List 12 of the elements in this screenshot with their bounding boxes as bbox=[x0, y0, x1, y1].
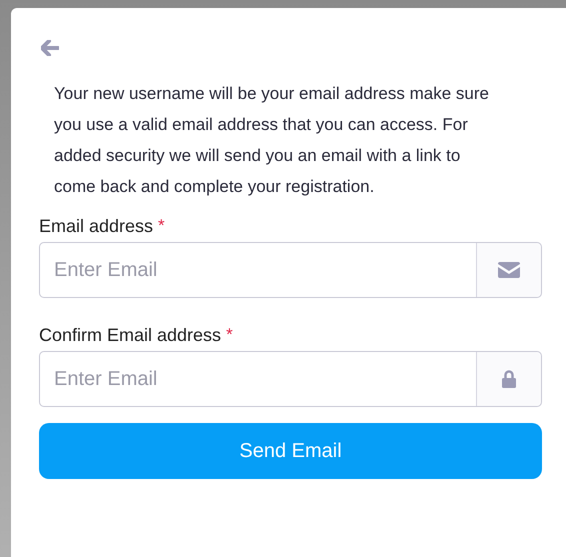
envelope-icon bbox=[498, 262, 520, 278]
input-field[interactable]: Enter Email bbox=[39, 351, 542, 407]
field-label: Email address bbox=[39, 216, 154, 237]
required-mark: * bbox=[226, 325, 233, 345]
back-arrow-icon bbox=[41, 40, 59, 56]
back-button[interactable] bbox=[39, 38, 61, 58]
required-mark: * bbox=[158, 216, 165, 236]
input-field[interactable]: Enter Email bbox=[39, 242, 542, 298]
send-email-button[interactable]: Send Email bbox=[39, 423, 542, 479]
intro-text: Your new username will be your email address make sure you use a valid email address that you can access. For added security we will send you an email with a link to come back and complete your registration. bbox=[54, 83, 490, 198]
field-label: Confirm Email address bbox=[39, 325, 222, 346]
lock-icon bbox=[502, 370, 516, 388]
